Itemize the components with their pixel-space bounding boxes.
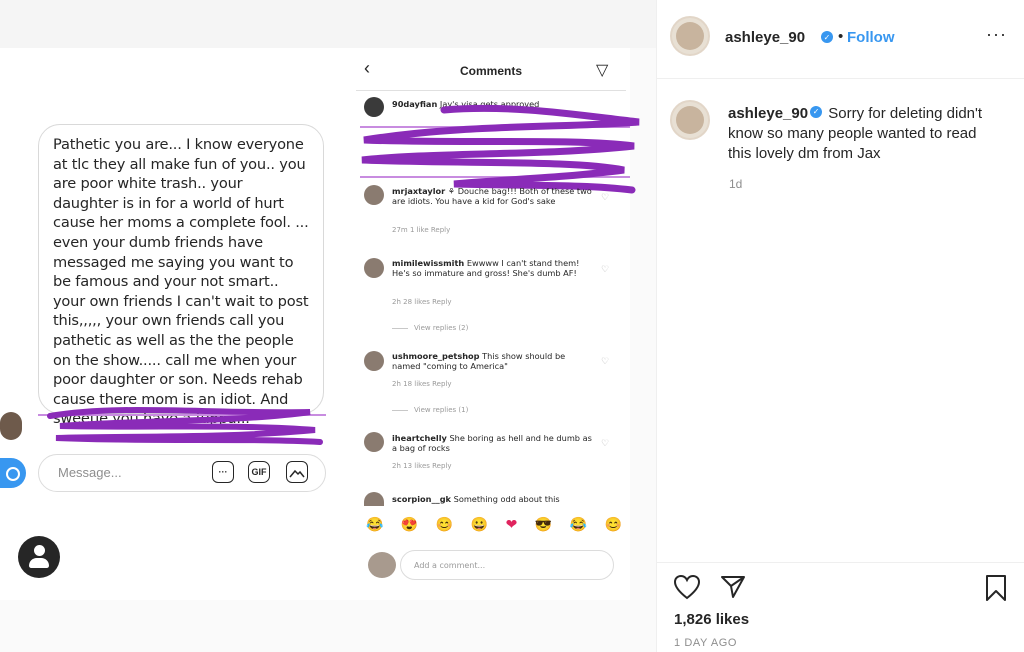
user-icon-body xyxy=(29,558,49,568)
caption-comment: 90dayfian Jay's visa gets approved xyxy=(392,99,592,109)
comment-user: scorpion__gk xyxy=(392,494,452,504)
dm-message-placeholder: Message... xyxy=(58,465,122,480)
post-author-avatar-photo[interactable] xyxy=(676,22,704,50)
emoji-bar: 😂 😍 😊 😀 ❤ 😎 😂 😊 xyxy=(366,516,622,533)
comment-meta: 2h 18 likes Reply xyxy=(392,380,452,388)
emoji: 😍 xyxy=(400,516,419,532)
dm-message-bubble: Pathetic you are... I know everyone at t… xyxy=(38,124,324,427)
header-divider xyxy=(657,78,1024,79)
chat-dots-icon: ··· xyxy=(212,461,234,483)
photo-icon xyxy=(286,461,308,483)
comment-avatar xyxy=(364,258,384,278)
actions-divider xyxy=(657,562,1024,563)
caption-username[interactable]: ashleye_90 xyxy=(728,105,808,122)
dm-scribble-line xyxy=(38,414,326,416)
photo-glyph xyxy=(289,469,305,478)
comment-avatar xyxy=(364,351,384,371)
list-item: ushmoore_petshop This show should be nam… xyxy=(392,351,592,371)
list-item: scorpion__gk Something odd about this xyxy=(392,494,592,505)
emoji: 😊 xyxy=(604,516,622,532)
more-options-icon[interactable]: ··· xyxy=(986,24,1007,45)
comment-avatar xyxy=(364,432,384,452)
emoji: 😂 xyxy=(569,516,588,532)
verified-icon: ✓ xyxy=(821,31,833,43)
scribble-line-top xyxy=(360,126,630,128)
view-replies-link: View replies (1) xyxy=(392,406,468,414)
comment-user: mimilewissmith xyxy=(392,258,465,268)
scribble-line-bottom xyxy=(360,176,630,178)
comment-user: 90dayfian xyxy=(392,99,438,109)
image-top-strip xyxy=(0,0,656,48)
add-comment-avatar xyxy=(368,552,396,578)
comment-meta: 2h 28 likes Reply xyxy=(392,298,452,306)
heart-icon[interactable] xyxy=(673,574,701,600)
list-item: mimilewissmith Ewwww I can't stand them!… xyxy=(392,258,592,278)
user-placeholder-icon xyxy=(18,536,60,578)
comment-heart-icon: ♡ xyxy=(601,438,610,448)
comment-meta: 2h 13 likes Reply xyxy=(392,462,452,470)
likes-count[interactable]: 1,826 likes xyxy=(674,611,749,628)
dot-separator: • xyxy=(838,28,844,45)
emoji: 😀 xyxy=(470,516,489,532)
add-comment-placeholder: Add a comment... xyxy=(414,561,486,570)
caption-avatar xyxy=(364,97,384,117)
comment-heart-icon: ♡ xyxy=(601,356,610,366)
comment-user: mrjaxtaylor xyxy=(392,186,446,196)
user-icon-head xyxy=(34,545,45,556)
comment-user: ushmoore_petshop xyxy=(392,351,480,361)
comment-avatar xyxy=(364,492,384,506)
emoji: 😂 xyxy=(366,516,384,532)
post-caption: ashleye_90 ✓ Sorry for deleting didn't kn… xyxy=(728,104,998,164)
comment-avatar xyxy=(364,185,384,205)
dm-sender-avatar xyxy=(0,412,22,440)
view-replies-link: View replies (2) xyxy=(392,324,468,332)
comments-header-divider xyxy=(356,90,626,91)
comment-text: Jay's visa gets approved xyxy=(439,99,540,109)
verified-icon: ✓ xyxy=(810,106,823,119)
caption-author-avatar-photo[interactable] xyxy=(676,106,704,134)
caption-timestamp[interactable]: 1d xyxy=(729,177,742,191)
bookmark-icon[interactable] xyxy=(984,574,1008,602)
comment-text: Something odd about this xyxy=(453,494,560,504)
follow-button[interactable]: Follow xyxy=(847,29,895,46)
send-icon: ▽ xyxy=(596,62,609,79)
list-item: iheartchelly She boring as hell and he d… xyxy=(392,433,592,453)
list-item: mrjaxtaylor ⚘ Douche bag!!! Both of thes… xyxy=(392,186,592,206)
back-arrow-icon: ‹ xyxy=(364,58,370,78)
sidebar-divider xyxy=(656,0,657,652)
emoji: ❤ xyxy=(505,516,518,532)
comment-heart-icon: ♡ xyxy=(601,264,610,274)
comment-heart-icon: ♡ xyxy=(601,192,610,202)
emoji: 😎 xyxy=(534,516,553,532)
share-icon[interactable] xyxy=(720,574,746,600)
comment-meta: 27m 1 like Reply xyxy=(392,226,451,234)
comment-user: iheartchelly xyxy=(392,433,447,443)
comments-title: Comments xyxy=(460,64,523,78)
gif-icon: GIF xyxy=(248,461,270,483)
post-date[interactable]: 1 DAY AGO xyxy=(674,637,737,649)
emoji: 😊 xyxy=(435,516,454,532)
post-author-username[interactable]: ashleye_90 xyxy=(725,29,805,46)
